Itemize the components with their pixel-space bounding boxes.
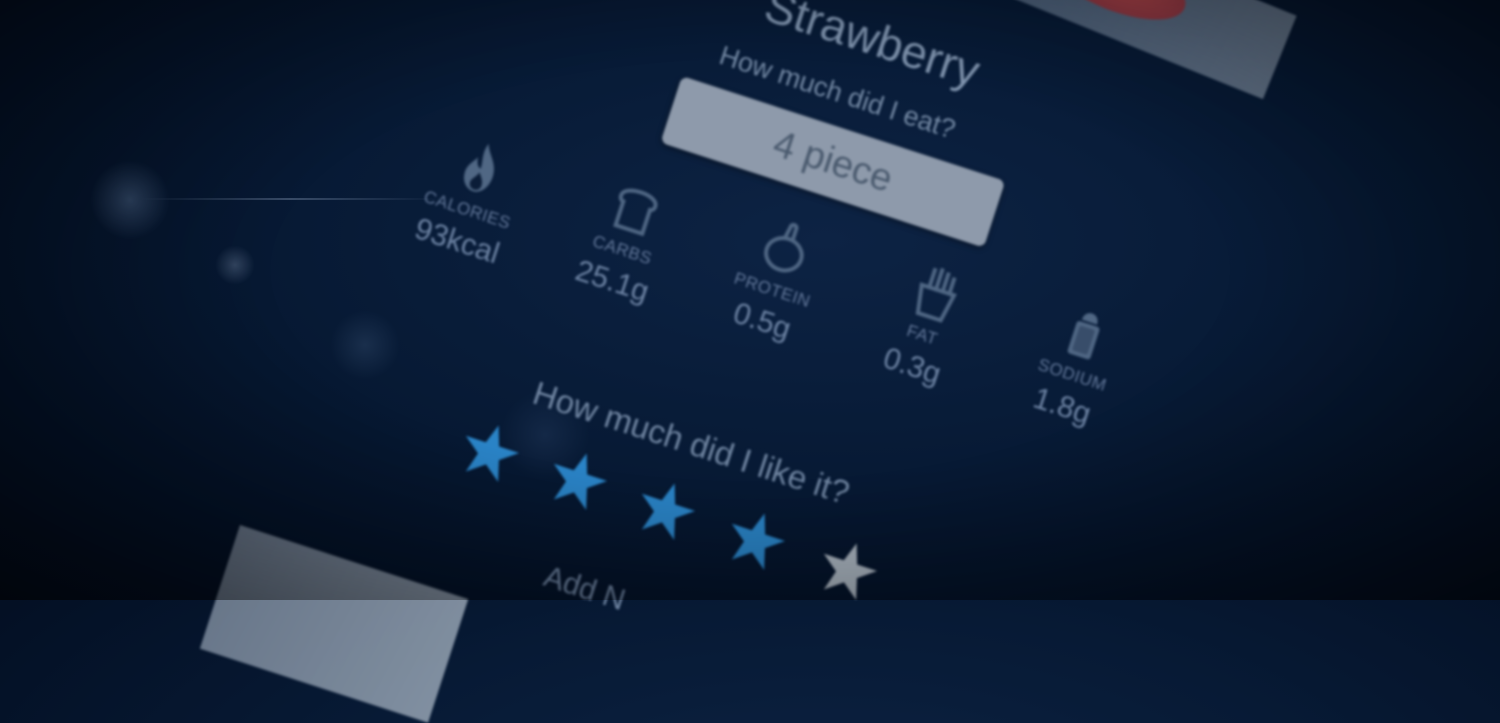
nutrient-protein: PROTEIN 0.5g: [695, 200, 857, 358]
star-filled-icon[interactable]: [718, 502, 794, 578]
nutrient-fat: FAT 0.3g: [845, 245, 1007, 403]
portion-amount-value: 4 piece: [768, 122, 898, 201]
nutrient-carbs: CARBS 25.1g: [545, 160, 707, 318]
star-filled-icon[interactable]: [452, 414, 528, 490]
star-empty-icon[interactable]: [810, 532, 886, 608]
nutrient-calories: CALORIES 93kcal: [390, 120, 552, 278]
add-note-label[interactable]: Add N: [539, 560, 630, 618]
photo-card: [199, 525, 469, 723]
star-filled-icon[interactable]: [540, 442, 616, 518]
food-detail-screen: Strawberry How much did I eat? 4 piece C…: [0, 0, 1500, 723]
nutrient-sodium: SODIUM 1.8g: [995, 285, 1157, 443]
star-filled-icon[interactable]: [628, 472, 704, 548]
